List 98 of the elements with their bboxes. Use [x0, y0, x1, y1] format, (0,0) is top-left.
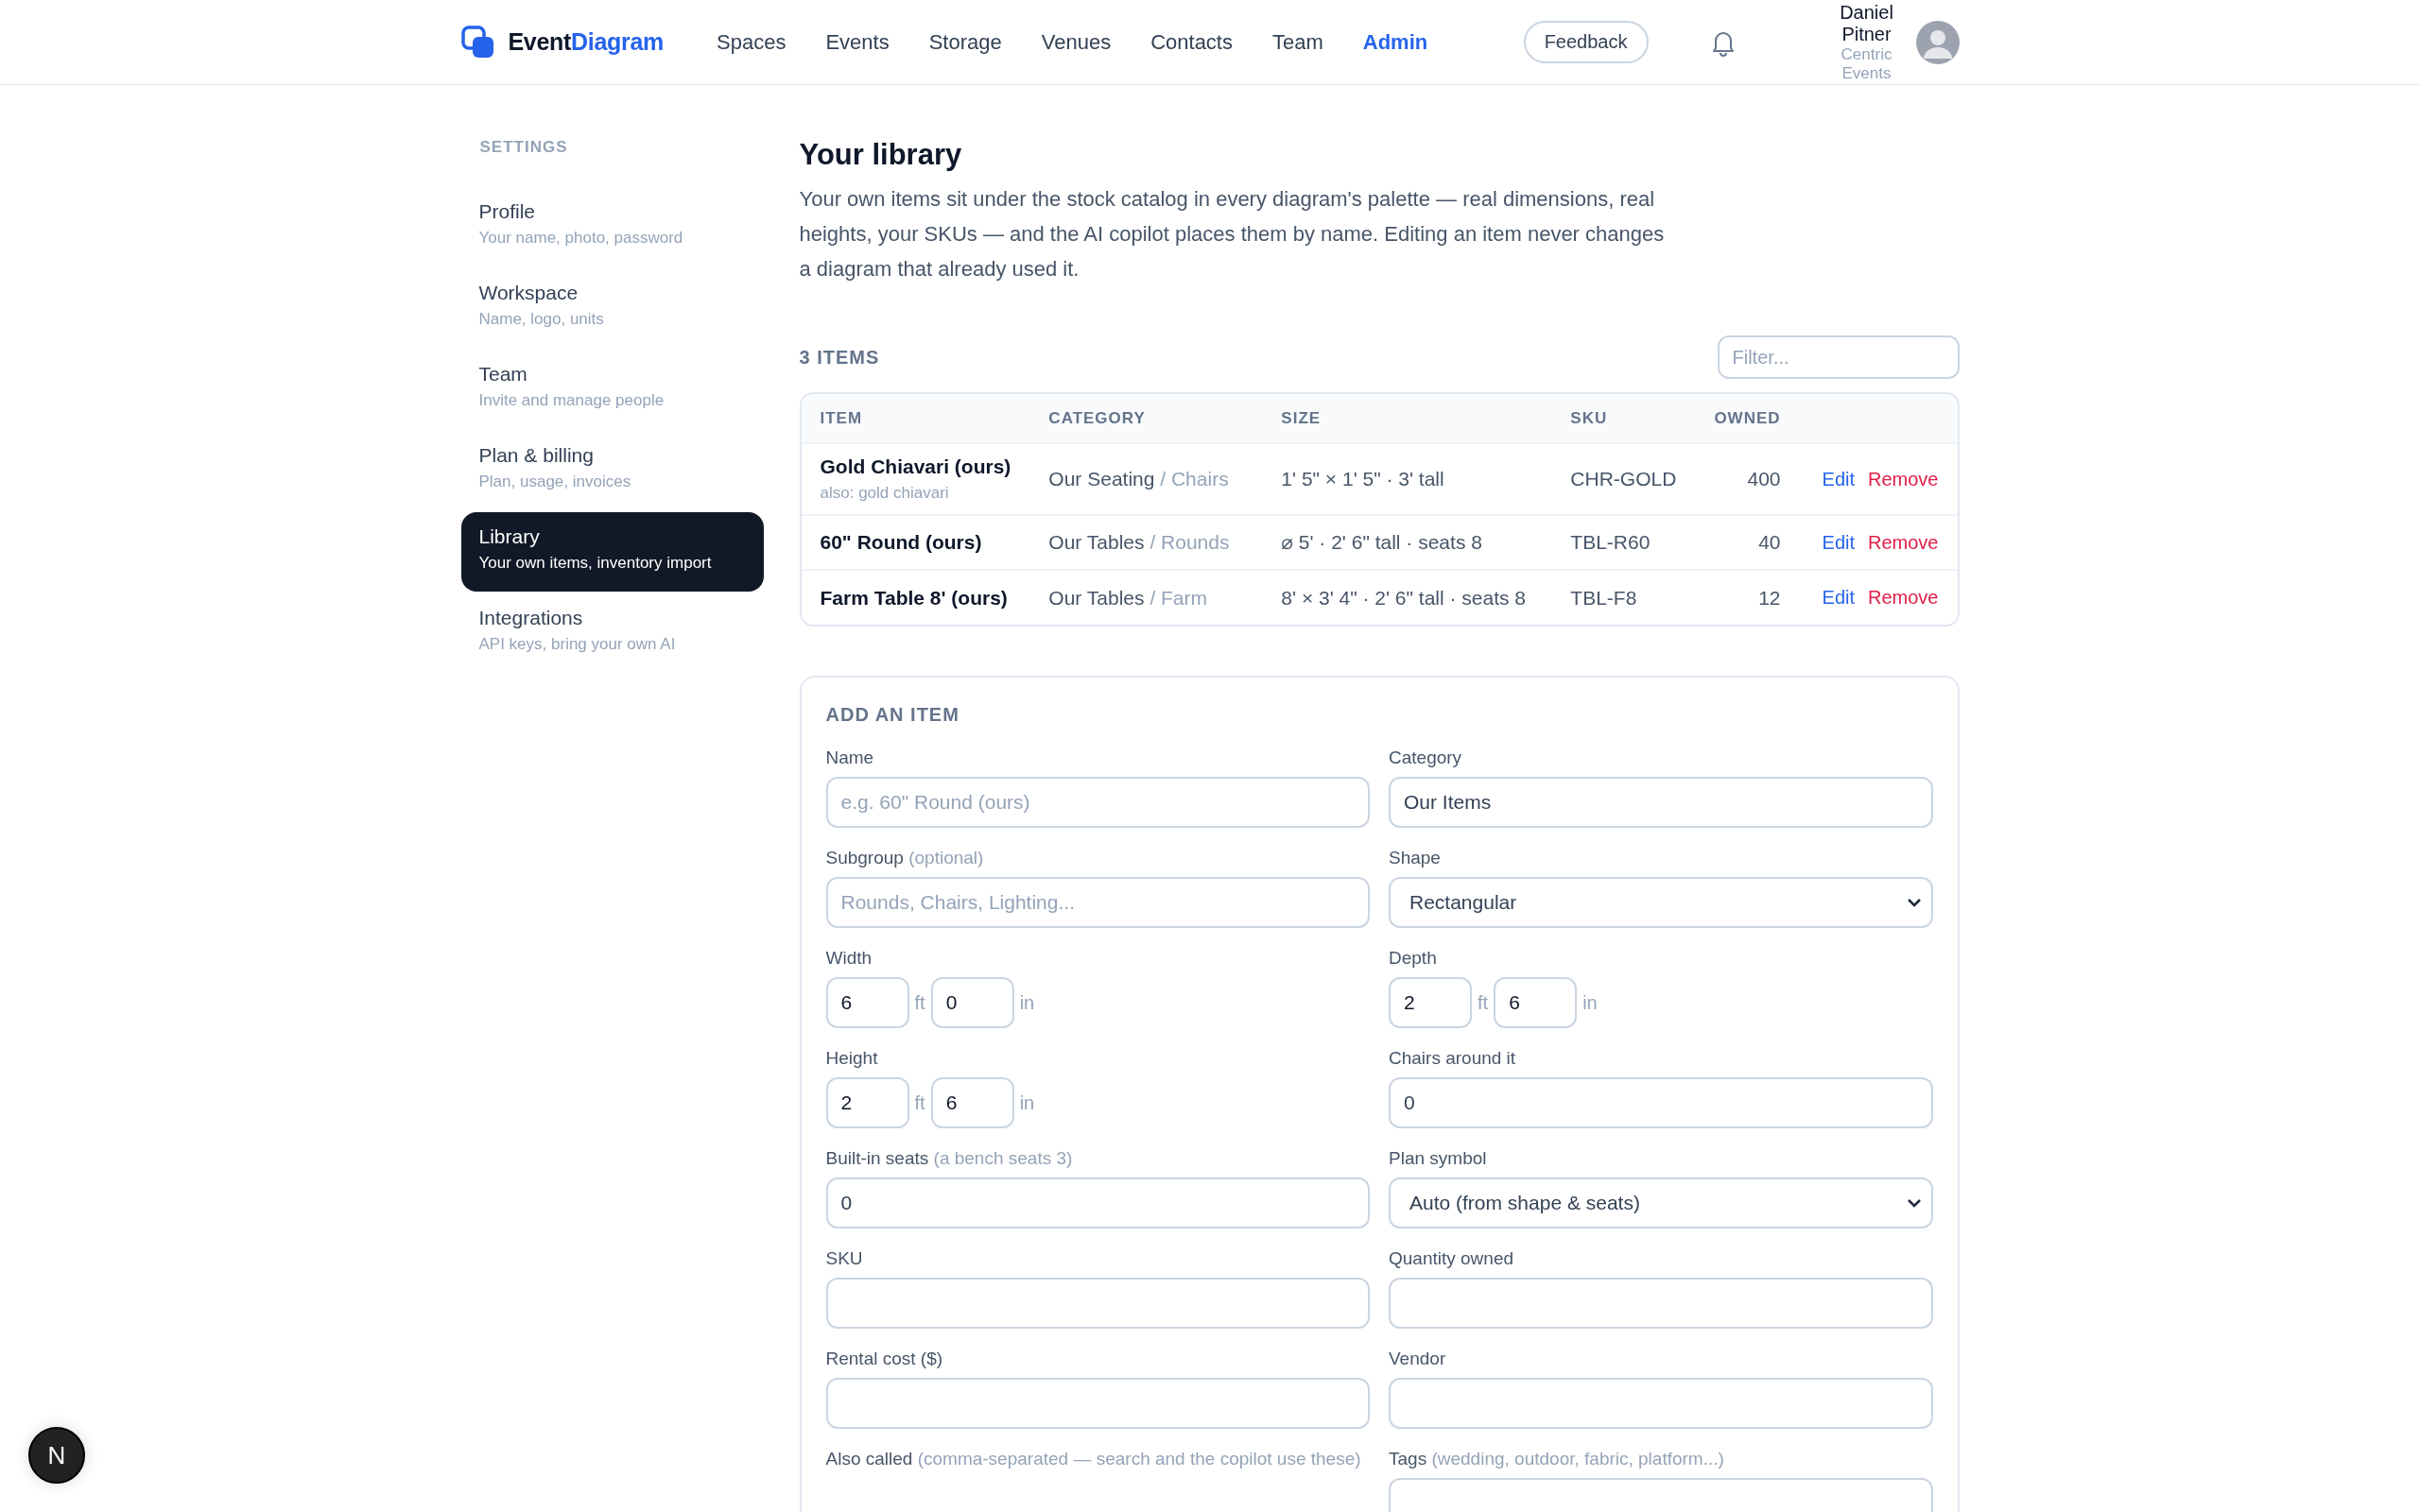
remove-link[interactable]: Remove	[1868, 531, 1939, 554]
input-field[interactable]: 6	[1494, 977, 1578, 1028]
edit-link[interactable]: Edit	[1822, 587, 1855, 609]
dev-tools-button[interactable]: N	[28, 1427, 85, 1484]
sidebar-item-subtitle: Invite and manage people	[478, 391, 666, 410]
edit-link[interactable]: Edit	[1822, 468, 1855, 490]
nav-link[interactable]: Events	[825, 29, 890, 55]
field-label: Chairs around it	[1389, 1047, 1517, 1070]
sidebar-item-title: Plan & billing	[478, 444, 595, 467]
unit-label: ft	[1478, 991, 1489, 1014]
field-label: Depth	[1389, 947, 1438, 970]
nav-link[interactable]: Spaces	[717, 29, 786, 55]
sidebar-item-subtitle: Plan, usage, invoices	[478, 472, 632, 491]
remove-link[interactable]: Remove	[1868, 587, 1939, 609]
input-field[interactable]: 2	[825, 1077, 909, 1128]
field-label: Width	[825, 947, 873, 970]
owned-cell: 400	[1747, 468, 1781, 490]
page-title: Your library	[799, 138, 963, 172]
nav-link[interactable]: Venues	[1041, 29, 1112, 55]
field-label: Category	[1389, 747, 1463, 769]
size-cell: 8' × 3' 4" · 2' 6" tall · seats 8	[1281, 586, 1526, 609]
intro-text: Your own items sit under the stock catalog in every diagram's palette — real dimensions, real heights, your SKUs — and the AI copilot places them by name. Editing an item never changes a diagram that already used it.	[799, 186, 1666, 283]
select-field[interactable]: Auto (from shape & seats)	[1389, 1177, 1933, 1228]
size-cell: 1' 5" × 1' 5" · 3' tall	[1281, 468, 1444, 490]
owned-cell: 12	[1758, 586, 1781, 609]
sidebar-item-title: Profile	[478, 200, 537, 223]
card-title: ADD AN ITEM	[825, 704, 960, 726]
sidebar-item[interactable]: Team Invite and manage people	[460, 350, 764, 429]
category-cell: Our Tables / Farm	[1048, 586, 1208, 609]
sku-cell: CHR-GOLD	[1570, 468, 1677, 490]
sidebar-item[interactable]: Plan & billing Plan, usage, invoices	[460, 431, 764, 510]
item-count: 3 ITEMS	[799, 346, 880, 369]
sidebar-item[interactable]: Library Your own items, inventory import	[460, 512, 764, 592]
input-field[interactable]: 2	[1389, 977, 1472, 1028]
field-label: Height	[825, 1047, 879, 1070]
input-field[interactable]: 0	[825, 1177, 1370, 1228]
sidebar-item-title: Library	[478, 525, 541, 548]
field-label: Also called (comma-separated — search and the copilot use these)	[825, 1448, 1362, 1470]
field-label: Plan symbol	[1389, 1147, 1488, 1170]
edit-link[interactable]: Edit	[1822, 531, 1855, 554]
column-header: CATEGORY	[1029, 394, 1263, 443]
sidebar-item[interactable]: Integrations API keys, bring your own AI	[460, 593, 764, 673]
user-name: Daniel Pitner	[1839, 1, 1894, 45]
size-cell: ⌀ 5' · 2' 6" tall · seats 8	[1281, 531, 1482, 553]
nav-link[interactable]: Admin	[1362, 29, 1428, 55]
input-field[interactable]: 0	[1389, 1077, 1933, 1128]
nav-link[interactable]: Team	[1272, 29, 1323, 55]
sidebar-item-subtitle: Your name, photo, password	[478, 229, 684, 248]
input-field[interactable]: 6	[825, 977, 909, 1028]
sidebar-item[interactable]: Workspace Name, logo, units	[460, 268, 764, 348]
input-field[interactable]: 6	[930, 1077, 1014, 1128]
sidebar-item-title: Team	[478, 363, 528, 386]
sidebar-item-subtitle: Your own items, inventory import	[478, 554, 713, 573]
column-header: SIZE	[1262, 394, 1552, 443]
unit-label: ft	[914, 991, 925, 1014]
nav-link[interactable]: Storage	[928, 29, 1002, 55]
sidebar-item-subtitle: API keys, bring your own AI	[478, 635, 677, 654]
brand-name[interactable]: EventDiagram	[508, 28, 665, 56]
field-label: SKU	[825, 1247, 864, 1270]
input-field[interactable]: e.g. 60" Round (ours)	[825, 777, 1370, 828]
column-header: ITEM	[801, 394, 1030, 443]
input-field[interactable]: Our Items	[1389, 777, 1933, 828]
select-field[interactable]: Rectangular	[1389, 877, 1933, 928]
sidebar-item[interactable]: Profile Your name, photo, password	[460, 187, 764, 266]
sku-cell: TBL-F8	[1570, 586, 1637, 609]
sidebar-heading: SETTINGS	[478, 138, 569, 157]
column-header: SKU	[1551, 394, 1696, 443]
unit-label: in	[1019, 1091, 1035, 1114]
user-organization: Centric Events	[1840, 44, 1893, 83]
field-label: Shape	[1389, 847, 1442, 869]
filter-field[interactable]: Filter...	[1717, 335, 1960, 379]
category-cell: Our Tables / Rounds	[1048, 531, 1230, 553]
feedback-button[interactable]: Feedback	[1523, 21, 1649, 63]
input-field[interactable]: Rounds, Chairs, Lighting...	[825, 877, 1370, 928]
unit-label: in	[1019, 991, 1035, 1014]
item-alias: also: gold chiavari	[820, 484, 950, 503]
item-name: 60" Round (ours)	[820, 531, 983, 554]
field-label: Vendor	[1389, 1348, 1447, 1370]
unit-label: in	[1582, 991, 1598, 1014]
field-label: Name	[825, 747, 875, 769]
field-label: Tags (wedding, outdoor, fabric, platform...)	[1389, 1448, 1725, 1470]
field-label: Built-in seats (a bench seats 3)	[825, 1147, 1074, 1170]
category-cell: Our Seating / Chairs	[1048, 468, 1229, 490]
sku-cell: TBL-R60	[1570, 531, 1651, 553]
column-header: OWNED	[1695, 394, 1800, 443]
nav-link[interactable]: Contacts	[1150, 29, 1233, 55]
item-name: Farm Table 8' (ours)	[820, 586, 1009, 610]
owned-cell: 40	[1758, 531, 1781, 553]
sidebar-item-subtitle: Name, logo, units	[478, 310, 605, 329]
unit-label: ft	[914, 1091, 925, 1114]
remove-link[interactable]: Remove	[1868, 468, 1939, 490]
item-name: Gold Chiavari (ours)	[820, 455, 1011, 478]
field-label: Subgroup (optional)	[825, 847, 985, 869]
input-field[interactable]: 0	[930, 977, 1014, 1028]
sidebar-item-title: Integrations	[478, 607, 584, 629]
field-label: Quantity owned	[1389, 1247, 1515, 1270]
sidebar-item-title: Workspace	[478, 282, 579, 304]
field-label: Rental cost ($)	[825, 1348, 944, 1370]
